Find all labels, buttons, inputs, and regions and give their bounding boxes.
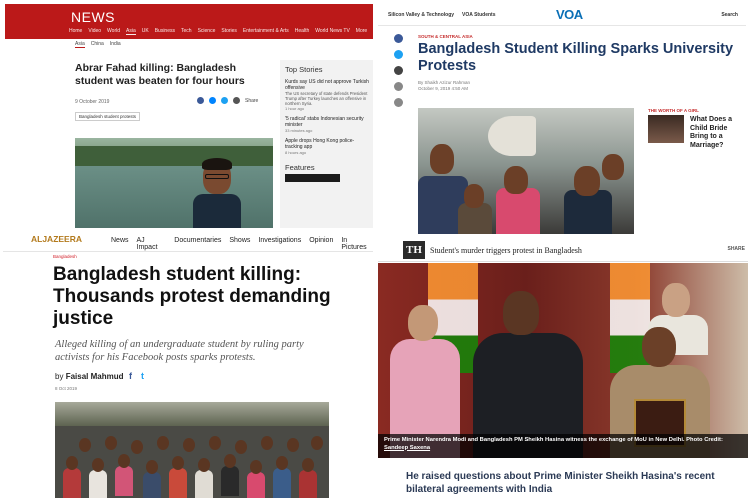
voa-sidebar-kicker[interactable]: THE WORTH OF A GIRL	[648, 108, 699, 113]
aj-nav-news[interactable]: News	[111, 237, 129, 251]
bbc-top-stories: Top Stories Kurds say US did not approve…	[280, 60, 373, 228]
bbc-nav-asia[interactable]: Asia	[126, 28, 136, 35]
bbc-date: 9 October 2019	[75, 99, 110, 105]
print-icon[interactable]	[394, 98, 403, 107]
top-story-title[interactable]: '5 radical' stabs Indonesian security mi…	[285, 116, 371, 128]
voa-sidebar-thumbnail[interactable]	[648, 115, 684, 143]
bbc-nav-more[interactable]: More	[356, 28, 367, 35]
top-story-item[interactable]: Kurds say US did not approve Turkish off…	[285, 79, 371, 111]
twitter-icon[interactable]: t	[141, 371, 144, 381]
bbc-subnav-asia[interactable]: Asia	[75, 41, 85, 48]
hindu-panel: TH Student's murder triggers protest in …	[378, 238, 748, 500]
aj-byline: by Faisal Mahmud	[55, 372, 123, 381]
aljazeera-panel: ALJAZEERA News AJ Impact Documentaries S…	[3, 228, 373, 498]
bbc-nav-world[interactable]: World	[107, 28, 120, 35]
bbc-nav-tech[interactable]: Tech	[181, 28, 192, 35]
collage: NEWS Home Video World Asia UK Business T…	[0, 0, 750, 500]
voa-header: Silicon Valley & Technology VOA Students…	[378, 4, 746, 26]
features-image[interactable]	[285, 174, 340, 182]
th-photo-caption: Prime Minister Narendra Modi and Banglad…	[378, 434, 748, 458]
bbc-subnav: Asia China India	[75, 41, 121, 48]
aj-standfirst: Alleged killing of an undergraduate stud…	[55, 339, 304, 363]
twitter-icon[interactable]	[221, 97, 228, 104]
bbc-subnav-india[interactable]: India	[110, 41, 121, 48]
top-story-time: 8 hours ago	[285, 150, 307, 155]
voa-kicker[interactable]: SOUTH & CENTRAL ASIA	[418, 34, 473, 39]
twitter-icon[interactable]	[394, 50, 403, 59]
bbc-article-photo	[75, 138, 273, 228]
top-stories-heading: Top Stories	[285, 65, 323, 74]
top-story-time: 33 minutes ago	[285, 128, 313, 133]
voa-logo[interactable]: VOA	[556, 7, 583, 22]
facebook-icon[interactable]: f	[129, 371, 132, 381]
share-button[interactable]: Share	[245, 98, 258, 104]
bbc-header: NEWS Home Video World Asia UK Business T…	[5, 4, 373, 39]
bbc-nav-stories[interactable]: Stories	[221, 28, 237, 35]
messenger-icon[interactable]	[209, 97, 216, 104]
facebook-icon[interactable]	[394, 34, 403, 43]
th-header: TH Student's murder triggers protest in …	[378, 238, 748, 262]
search-button[interactable]: Search	[721, 12, 738, 18]
aj-nav-impact[interactable]: AJ Impact	[137, 237, 167, 251]
voa-nav: Silicon Valley & Technology VOA Students	[388, 12, 495, 18]
facebook-icon[interactable]	[197, 97, 204, 104]
aj-nav-shows[interactable]: Shows	[229, 237, 250, 251]
aj-logo[interactable]: ALJAZEERA	[31, 234, 82, 244]
bbc-nav-home[interactable]: Home	[69, 28, 82, 35]
bbc-panel: NEWS Home Video World Asia UK Business T…	[5, 4, 373, 228]
aj-nav-investigations[interactable]: Investigations	[258, 237, 301, 251]
top-story-title[interactable]: Apple drops Hong Kong police-tracking ap…	[285, 138, 371, 150]
aj-kicker[interactable]: Bangladesh	[53, 254, 77, 259]
bbc-nav-world-news-tv[interactable]: World News TV	[315, 28, 350, 35]
top-story-item[interactable]: Apple drops Hong Kong police-tracking ap…	[285, 138, 371, 155]
aj-header: ALJAZEERA News AJ Impact Documentaries S…	[3, 228, 373, 252]
voa-byline: By Shaikh Azizur Rahman October 9, 2019 …	[418, 80, 470, 92]
email-icon[interactable]	[394, 82, 403, 91]
share-icon[interactable]	[394, 66, 403, 75]
th-article-title: Student's murder triggers protest in Ban…	[430, 246, 582, 255]
bbc-nav-health[interactable]: Health	[295, 28, 309, 35]
voa-article-photo	[418, 108, 634, 234]
bbc-share-bar: Share	[197, 97, 258, 104]
aj-nav: News AJ Impact Documentaries Shows Inves…	[111, 237, 373, 251]
bbc-nav-entertainment[interactable]: Entertainment & Arts	[243, 28, 289, 35]
credit-label: Photo Credit:	[686, 437, 723, 443]
bbc-nav-video[interactable]: Video	[88, 28, 101, 35]
bbc-nav-business[interactable]: Business	[155, 28, 175, 35]
voa-sidebar-title[interactable]: What Does a Child Bride Bring to a Marri…	[690, 116, 746, 150]
bbc-logo[interactable]: NEWS	[71, 9, 115, 25]
top-story-title[interactable]: Kurds say US did not approve Turkish off…	[285, 79, 371, 91]
voa-date: October 9, 2019 4:50 AM	[418, 86, 469, 91]
th-article-photo	[378, 263, 748, 458]
voa-nav-silicon-valley[interactable]: Silicon Valley & Technology	[388, 12, 454, 18]
bbc-nav-uk[interactable]: UK	[142, 28, 149, 35]
voa-share-rail	[394, 34, 403, 107]
top-story-desc: The US secretary of state defends Presid…	[285, 91, 368, 106]
bbc-nav: Home Video World Asia UK Business Tech S…	[69, 28, 367, 35]
aj-nav-in-pictures[interactable]: In Pictures	[341, 237, 373, 251]
email-icon[interactable]	[233, 97, 240, 104]
top-story-item[interactable]: '5 radical' stabs Indonesian security mi…	[285, 116, 371, 133]
th-logo[interactable]: TH	[403, 241, 425, 259]
caption-text: Prime Minister Narendra Modi and Banglad…	[384, 437, 685, 443]
aj-date: 8 Oct 2019	[55, 386, 78, 391]
aj-nav-opinion[interactable]: Opinion	[309, 237, 333, 251]
top-story-time: 1 hour ago	[285, 106, 305, 111]
bbc-headline: Abrar Fahad killing: Bangladesh student …	[75, 62, 245, 87]
aj-author[interactable]: Faisal Mahmud	[66, 372, 124, 381]
features-heading: Features	[285, 163, 315, 172]
voa-panel: Silicon Valley & Technology VOA Students…	[378, 4, 746, 234]
th-pull-quote: He raised questions about Prime Minister…	[406, 471, 715, 495]
aj-nav-documentaries[interactable]: Documentaries	[174, 237, 221, 251]
voa-headline: Bangladesh Student Killing Sparks Univer…	[418, 41, 734, 74]
aj-headline: Bangladesh student killing: Thousands pr…	[53, 264, 331, 329]
bbc-nav-science[interactable]: Science	[198, 28, 216, 35]
bbc-subnav-china[interactable]: China	[91, 41, 104, 48]
aj-article-photo	[55, 402, 329, 498]
bbc-topic-tag[interactable]: Bangladesh student protests	[75, 112, 141, 121]
voa-nav-students[interactable]: VOA Students	[462, 12, 495, 18]
aj-by-prefix: by	[55, 372, 64, 381]
share-button[interactable]: SHARE	[727, 246, 745, 252]
credit-link[interactable]: Sandeep Saxena	[384, 445, 430, 451]
